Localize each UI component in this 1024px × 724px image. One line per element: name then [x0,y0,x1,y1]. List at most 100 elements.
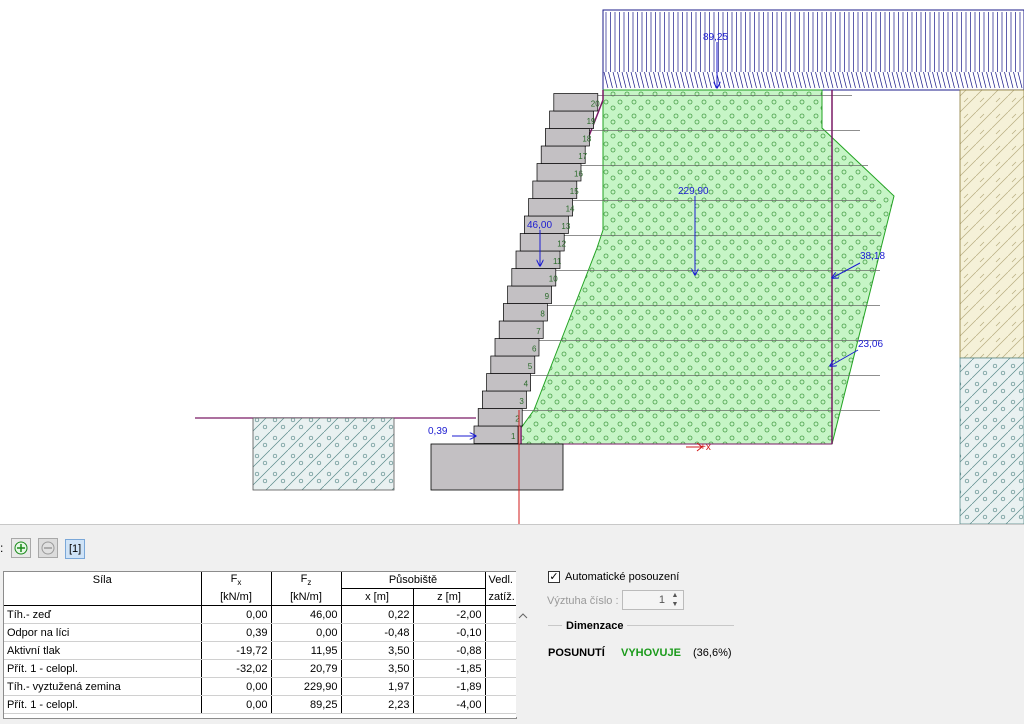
cell-side [485,677,516,696]
cell-fx: -19,72 [201,641,272,660]
table-scrollbar[interactable] [516,571,530,717]
cell-fz: 11,95 [271,641,342,660]
layer-number: 10 [549,275,558,284]
layer-number: 6 [532,345,537,354]
layer-number: 13 [561,222,570,231]
layer-number: 11 [553,257,562,266]
plus-icon [14,541,28,555]
cell-fz: 0,00 [271,623,342,642]
layer-number: 12 [557,240,566,249]
table-row[interactable]: Přít. 1 - celopl. -32,02 20,79 3,50 -1,8… [4,659,516,678]
col-pusobiste: Působiště [341,572,486,589]
vyztuha-label: Výztuha číslo : [547,595,619,607]
col-vedl: Vedl. [485,572,516,589]
cell-side [485,695,516,714]
cell-z: -1,85 [413,659,486,678]
layer-number: 17 [578,152,587,161]
layer-number: 3 [519,397,524,406]
cell-fz: 46,00 [271,605,342,624]
bottom-panel: : [1] Síla Fx Fz Působiště Vedl. [kN/m] … [0,524,1024,724]
cell-fx: 0,39 [201,623,272,642]
col-fx-unit: [kN/m] [201,588,272,606]
layer-number: 15 [570,187,579,196]
layer-number: 16 [574,170,583,179]
col-x-unit: x [m] [341,588,414,606]
toolbar-colon: : [0,541,4,555]
force-face-resistance: 0,39 [428,426,476,437]
forces-table: Síla Fx Fz Působiště Vedl. [kN/m] [kN/m]… [3,571,517,719]
table-row[interactable]: Aktivní tlak -19,72 11,95 3,50 -0,88 [4,641,516,660]
cell-side [485,623,516,642]
soil-left [252,417,395,491]
cell-name: Tíh.- vyztužená zemina [4,677,202,696]
dimenzace-heading: Dimenzace [562,620,628,632]
auto-check-label: Automatické posouzení [565,571,680,583]
cell-side [485,641,516,660]
svg-text:38,18: 38,18 [860,251,885,262]
table-row[interactable]: Tíh.- zeď 0,00 46,00 0,22 -2,00 [4,605,516,624]
cell-fz: 229,90 [271,677,342,696]
foundation [430,443,564,491]
cell-name: Aktivní tlak [4,641,202,660]
svg-text:89,25: 89,25 [703,32,728,43]
wall-drawing: 1234567891011121314151617181920 +x 89,25… [195,9,1024,525]
cell-z: -1,89 [413,677,486,696]
soil-right-lower [959,357,1024,525]
result-percent: (36,6%) [693,647,732,659]
cell-fx: 0,00 [201,605,272,624]
cell-name: Odpor na líci [4,623,202,642]
col-z-unit: z [m] [413,588,486,606]
layer-number: 5 [528,362,533,371]
cell-fz: 89,25 [271,695,342,714]
cell-z: -4,00 [413,695,486,714]
cell-fx: -32,02 [201,659,272,678]
add-button[interactable] [11,538,31,558]
col-vedl-unit: zatíž. [485,588,516,606]
cell-fx: 0,00 [201,695,272,714]
cell-z: -2,00 [413,605,486,624]
layer-number: 14 [566,205,575,214]
result-label: POSUNUTÍ [548,647,605,659]
axis-x-label: +x [700,442,711,453]
layer-number: 7 [536,327,541,336]
chevron-up-icon[interactable] [516,609,530,623]
col-sila-unit [4,588,202,606]
vyztuha-stepper[interactable]: ▲ ▼ [668,591,682,609]
cell-z: -0,10 [413,623,486,642]
soil-right-upper [959,89,1024,359]
table-row[interactable]: Přít. 1 - celopl. 0,00 89,25 2,23 -4,00 [4,695,516,714]
svg-text:46,00: 46,00 [527,220,552,231]
cell-fx: 0,00 [201,677,272,696]
remove-button[interactable] [38,538,58,558]
cell-side [485,605,516,624]
check-panel: ✓ Automatické posouzení Výztuha číslo : … [540,565,1020,715]
cell-z: -0,88 [413,641,486,660]
cell-side [485,659,516,678]
cell-name: Tíh.- zeď [4,605,202,624]
table-row[interactable]: Odpor na líci 0,39 0,00 -0,48 -0,10 [4,623,516,642]
layer-number: 9 [545,292,550,301]
svg-text:229,90: 229,90 [678,186,709,197]
cell-x: 1,97 [341,677,414,696]
layer-number: 20 [591,100,600,109]
layer-number: 19 [587,117,596,126]
drawing-canvas[interactable]: 1 2 3 4 5 6 7 8 9 10 11 12 13 14 15 16 17 18 19 20 +x 89,25… [0,0,1024,525]
cell-x: 2,23 [341,695,414,714]
layer-number: 8 [540,310,545,319]
auto-check-checkbox[interactable]: ✓ [548,571,560,583]
cell-x: 3,50 [341,659,414,678]
layer-number: 1 [511,432,516,441]
col-fz: Fz [271,572,342,589]
layer-number: 4 [524,380,529,389]
minus-icon [41,541,55,555]
cell-name: Přít. 1 - celopl. [4,659,202,678]
cell-name: Přít. 1 - celopl. [4,695,202,714]
svg-text:23,06: 23,06 [858,339,883,350]
table-row[interactable]: Tíh.- vyztužená zemina 0,00 229,90 1,97 … [4,677,516,696]
col-fz-unit: [kN/m] [271,588,342,606]
tab-1[interactable]: [1] [65,539,86,559]
col-fx: Fx [201,572,272,589]
cell-x: 0,22 [341,605,414,624]
surcharge-load [602,9,1024,91]
result-status: VYHOVUJE [621,647,681,659]
